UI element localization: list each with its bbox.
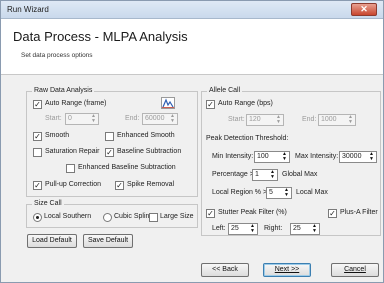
spin-arrows-icon[interactable]: ▲ ▼ [282, 188, 291, 198]
size-call-label: Size Call [32, 200, 64, 207]
local-southern-label: Local Southern [44, 213, 92, 220]
auto-range-frame-label: Auto Range (frame) [45, 100, 107, 107]
stutter-left-input[interactable]: 25 ▲ ▼ [228, 223, 258, 235]
baseline-subtraction-checkbox[interactable]: ✓ [105, 148, 114, 157]
allele-start-input[interactable]: 120 ▲ ▼ [246, 114, 284, 126]
raw-data-analysis-label: Raw Data Analysis [32, 87, 95, 94]
pullup-correction-checkbox[interactable]: ✓ [33, 181, 42, 190]
stutter-peak-filter-checkbox[interactable]: ✓ [206, 209, 215, 218]
stutter-right-value: 25 [293, 225, 301, 232]
auto-range-bps-label: Auto Range (bps) [218, 100, 273, 107]
save-default-button[interactable]: Save Default [83, 234, 133, 248]
max-intensity-label: Max Intensity: [295, 153, 339, 160]
spin-arrows-icon[interactable]: ▲ ▼ [268, 170, 277, 180]
local-region-input[interactable]: 5 ▲ ▼ [266, 187, 292, 199]
max-intensity-value: 30000 [342, 153, 362, 160]
title-bar[interactable]: Run Wizard ✕ [1, 1, 383, 19]
allele-call-label: Allele Call [207, 87, 243, 94]
raw-start-input[interactable]: 0 ▲ ▼ [65, 113, 99, 125]
raw-data-analysis-group: Raw Data Analysis ✓ Auto Range (frame) S… [26, 87, 198, 197]
large-size-checkbox[interactable] [149, 213, 158, 222]
stutter-right-input[interactable]: 25 ▲ ▼ [290, 223, 320, 235]
pullup-correction-label: Pull-up Correction [45, 181, 102, 188]
raw-end-label: End: [125, 115, 140, 122]
spin-arrows-icon[interactable]: ▲ ▼ [168, 114, 177, 124]
local-max-label: Local Max [296, 189, 328, 196]
cubic-spline-radio[interactable] [103, 213, 112, 222]
stutter-right-label: Right: [264, 225, 283, 232]
cubic-spline-label: Cubic Spline [114, 213, 154, 220]
load-default-button[interactable]: Load Default [27, 234, 77, 248]
auto-range-frame-checkbox[interactable]: ✓ [33, 100, 42, 109]
plus-a-filter-checkbox[interactable]: ✓ [328, 209, 337, 218]
local-southern-radio[interactable] [33, 213, 42, 222]
back-button-label: << Back [212, 266, 238, 273]
spin-arrows-icon[interactable]: ▲ ▼ [274, 115, 283, 125]
enhanced-smooth-label: Enhanced Smooth [117, 132, 175, 139]
plus-a-filter-label: Plus-A Filter [340, 209, 378, 216]
spike-removal-checkbox[interactable]: ✓ [115, 181, 124, 190]
wizard-header: Data Process - MLPA Analysis Set data pr… [1, 19, 383, 75]
spin-arrows-icon[interactable]: ▲ ▼ [89, 114, 98, 124]
cancel-button-label: Cancel [344, 266, 366, 273]
allele-start-label: Start: [228, 116, 245, 123]
back-button[interactable]: << Back [201, 263, 249, 277]
spin-arrows-icon[interactable]: ▲ ▼ [346, 115, 355, 125]
min-intensity-input[interactable]: 100 ▲ ▼ [254, 151, 290, 163]
local-region-label: Local Region % > [212, 189, 268, 196]
spike-removal-label: Spike Removal [127, 181, 175, 188]
min-intensity-value: 100 [257, 153, 269, 160]
stutter-left-value: 25 [231, 225, 239, 232]
enhanced-baseline-label: Enhanced Baseline Subtraction [78, 164, 176, 171]
chart-view-icon[interactable] [161, 97, 175, 109]
max-intensity-input[interactable]: 30000 ▲ ▼ [339, 151, 377, 163]
allele-end-input[interactable]: 1000 ▲ ▼ [318, 114, 356, 126]
allele-start-value: 120 [249, 116, 261, 123]
cancel-button[interactable]: Cancel [331, 263, 379, 277]
page-subtitle: Set data process options [21, 52, 93, 59]
large-size-label: Large Size [160, 213, 194, 220]
local-region-value: 5 [269, 189, 273, 196]
spin-arrows-icon[interactable]: ▲ ▼ [280, 152, 289, 162]
smooth-checkbox[interactable]: ✓ [33, 132, 42, 141]
raw-end-input[interactable]: 60000 ▲ ▼ [142, 113, 178, 125]
global-max-label: Global Max [282, 171, 318, 178]
min-intensity-label: Min Intensity: [212, 153, 254, 160]
saturation-repair-label: Saturation Repair [45, 148, 100, 155]
percentage-label: Percentage > [212, 171, 254, 178]
enhanced-smooth-checkbox[interactable] [105, 132, 114, 141]
enhanced-baseline-checkbox[interactable] [66, 164, 75, 173]
allele-call-group: Allele Call ✓ Auto Range (bps) Start: 12… [201, 87, 381, 236]
stutter-peak-filter-label: Stutter Peak Filter (%) [218, 209, 287, 216]
peak-threshold-label: Peak Detection Threshold: [206, 135, 289, 142]
run-wizard-window: Run Wizard ✕ Data Process - MLPA Analysi… [0, 0, 384, 283]
allele-end-value: 1000 [321, 116, 337, 123]
raw-start-value: 0 [68, 115, 72, 122]
raw-start-label: Start: [45, 115, 62, 122]
close-button[interactable]: ✕ [351, 3, 377, 16]
next-button-label: Next >> [274, 266, 300, 273]
baseline-subtraction-label: Baseline Subtraction [117, 148, 182, 155]
saturation-repair-checkbox[interactable] [33, 148, 42, 157]
percentage-value: 1 [255, 171, 259, 178]
raw-end-value: 60000 [145, 115, 165, 122]
auto-range-bps-checkbox[interactable]: ✓ [206, 100, 215, 109]
stutter-left-label: Left: [212, 225, 226, 232]
spin-arrows-icon[interactable]: ▲ ▼ [310, 224, 319, 234]
percentage-input[interactable]: 1 ▲ ▼ [252, 169, 278, 181]
allele-end-label: End: [302, 116, 317, 123]
window-title: Run Wizard [7, 5, 49, 14]
spin-arrows-icon[interactable]: ▲ ▼ [367, 152, 376, 162]
page-title: Data Process - MLPA Analysis [13, 29, 188, 44]
smooth-label: Smooth [45, 132, 70, 139]
size-call-group: Size Call Local Southern Cubic Spline La… [26, 200, 198, 228]
next-button[interactable]: Next >> [263, 263, 311, 277]
spin-arrows-icon[interactable]: ▲ ▼ [248, 224, 257, 234]
